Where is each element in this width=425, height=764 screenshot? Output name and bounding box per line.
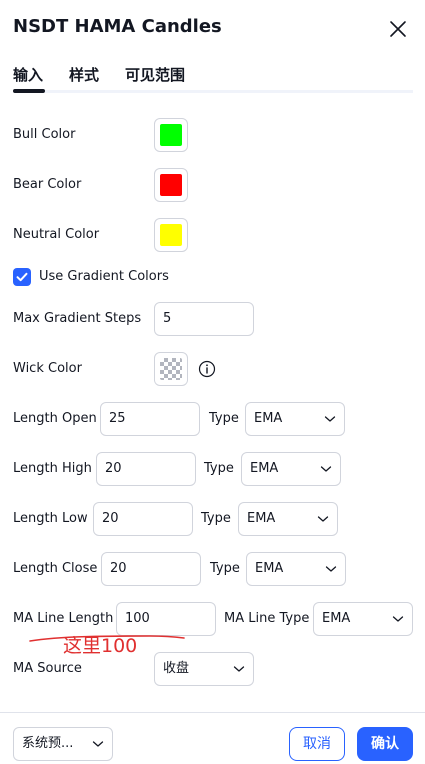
wick-color-label: Wick Color — [13, 361, 82, 376]
tab-inputs[interactable]: 输入 — [13, 64, 43, 85]
ma-line-length-input[interactable]: 100 — [116, 602, 216, 636]
active-tab-indicator — [13, 89, 45, 93]
chevron-down-icon — [92, 741, 104, 747]
chevron-down-icon — [324, 416, 336, 422]
chevron-down-icon — [392, 616, 404, 622]
ma-line-type-label: MA Line Type — [224, 611, 310, 626]
chevron-down-icon — [233, 666, 245, 672]
bull-color-label: Bull Color — [13, 127, 76, 142]
footer-divider — [0, 712, 425, 713]
dialog-title: NSDT HAMA Candles — [13, 16, 222, 37]
bull-color-swatch[interactable] — [154, 118, 188, 152]
bull-color-fill — [160, 124, 182, 146]
length-high-input[interactable]: 20 — [96, 452, 196, 486]
length-high-label: Length High — [13, 461, 92, 476]
neutral-color-fill — [160, 224, 182, 246]
length-open-label: Length Open — [13, 411, 97, 426]
ma-source-label: MA Source — [13, 661, 82, 676]
wick-color-swatch[interactable] — [154, 352, 188, 386]
bear-color-fill — [160, 174, 182, 196]
use-gradient-checkbox[interactable] — [13, 268, 31, 286]
cancel-button[interactable]: 取消 — [289, 727, 345, 761]
preset-select[interactable]: 系统预... — [13, 727, 113, 761]
length-low-label: Length Low — [13, 511, 88, 526]
close-icon — [390, 21, 406, 37]
length-low-type-select[interactable]: EMA — [238, 502, 338, 536]
ok-button[interactable]: 确认 — [357, 727, 413, 761]
use-gradient-label: Use Gradient Colors — [39, 269, 169, 284]
chevron-down-icon — [317, 516, 329, 522]
length-close-type-value: EMA — [255, 561, 284, 576]
length-high-type-value: EMA — [250, 461, 279, 476]
length-close-type-select[interactable]: EMA — [246, 552, 346, 586]
tab-style[interactable]: 样式 — [69, 64, 99, 85]
tab-visibility[interactable]: 可见范围 — [125, 64, 185, 85]
ma-source-value: 收盘 — [163, 661, 190, 676]
bear-color-swatch[interactable] — [154, 168, 188, 202]
close-button[interactable] — [386, 17, 410, 41]
annotation-note: 这里100 — [63, 635, 138, 657]
neutral-color-swatch[interactable] — [154, 218, 188, 252]
max-gradient-label: Max Gradient Steps — [13, 311, 142, 326]
ma-source-select[interactable]: 收盘 — [154, 652, 254, 686]
length-close-label: Length Close — [13, 561, 98, 576]
max-gradient-input[interactable]: 5 — [154, 302, 254, 336]
length-high-type-label: Type — [204, 461, 234, 476]
ma-line-length-label: MA Line Length — [13, 611, 114, 626]
length-low-input[interactable]: 20 — [93, 502, 193, 536]
chevron-down-icon — [325, 566, 337, 572]
preset-value: 系统预... — [22, 736, 74, 751]
info-icon[interactable] — [198, 360, 216, 378]
length-close-input[interactable]: 20 — [101, 552, 201, 586]
length-open-type-label: Type — [209, 411, 239, 426]
length-open-input[interactable]: 25 — [100, 402, 200, 436]
length-close-type-label: Type — [210, 561, 240, 576]
length-high-type-select[interactable]: EMA — [241, 452, 341, 486]
ma-line-type-value: EMA — [322, 611, 351, 626]
tab-divider — [45, 90, 413, 93]
neutral-color-label: Neutral Color — [13, 227, 100, 242]
checkmark-icon — [16, 272, 28, 282]
bear-color-label: Bear Color — [13, 177, 82, 192]
ma-line-type-select[interactable]: EMA — [313, 602, 413, 636]
chevron-down-icon — [320, 466, 332, 472]
wick-color-fill — [160, 358, 182, 380]
length-low-type-label: Type — [201, 511, 231, 526]
length-low-type-value: EMA — [247, 511, 276, 526]
length-open-type-select[interactable]: EMA — [245, 402, 345, 436]
length-open-type-value: EMA — [254, 411, 283, 426]
